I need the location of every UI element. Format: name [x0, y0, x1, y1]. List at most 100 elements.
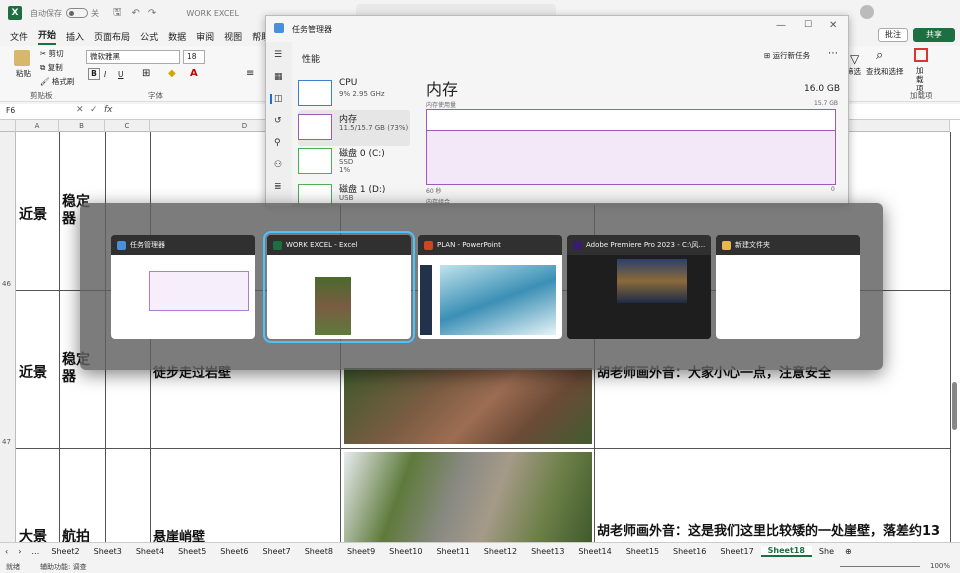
format-painter-button[interactable]: 🖌 格式刷: [40, 76, 74, 87]
close-icon[interactable]: ✕: [829, 20, 837, 31]
tab-file[interactable]: 文件: [10, 30, 28, 43]
zoom-level[interactable]: 100%: [930, 562, 950, 570]
border-icon[interactable]: ⊞: [142, 68, 150, 79]
cliff-photo-1[interactable]: [344, 368, 592, 444]
switcher-card-premiere[interactable]: Adobe Premiere Pro 2023 - C:\风...: [567, 235, 711, 339]
sheet-tab[interactable]: Sheet15: [619, 547, 666, 556]
accessibility-status[interactable]: 辅助功能: 调查: [40, 562, 87, 572]
sheet-tab[interactable]: Sheet11: [429, 547, 476, 556]
share-button[interactable]: 共享: [913, 28, 955, 42]
more-options-icon[interactable]: ⋯: [828, 48, 838, 59]
details-icon[interactable]: ≣: [274, 182, 282, 192]
sheet-tab[interactable]: Sheet3: [87, 547, 129, 556]
sheet-tab[interactable]: Sheet13: [524, 547, 571, 556]
cliff-photo-2[interactable]: [344, 452, 592, 542]
add-sheet-icon[interactable]: ⊕: [841, 547, 856, 556]
redo-icon[interactable]: ↷: [148, 8, 156, 19]
sheet-tab[interactable]: Sheet12: [477, 547, 524, 556]
underline-button[interactable]: U: [118, 70, 124, 79]
cancel-icon[interactable]: ✕: [76, 105, 84, 115]
switcher-card-task-manager[interactable]: 任务管理器: [111, 235, 255, 339]
sheet-tab[interactable]: Sheet9: [340, 547, 382, 556]
cell-b3[interactable]: 航拍: [62, 526, 90, 542]
cell-a3[interactable]: 大景: [19, 526, 47, 542]
column-header-b[interactable]: B: [59, 120, 105, 132]
column-header-c[interactable]: C: [105, 120, 150, 132]
sheet-tab[interactable]: Sheet17: [713, 547, 760, 556]
row-header-47[interactable]: 47: [2, 438, 11, 446]
hamburger-icon[interactable]: ☰: [274, 50, 282, 60]
comment-button[interactable]: 批注: [878, 28, 908, 42]
minimize-icon[interactable]: —: [776, 20, 786, 31]
paste-label[interactable]: 粘贴: [16, 68, 31, 79]
column-header-a[interactable]: A: [16, 120, 59, 132]
paste-icon[interactable]: [14, 50, 30, 66]
performance-icon[interactable]: ◫: [270, 94, 283, 104]
find-label[interactable]: 查找和选择: [866, 66, 904, 77]
perf-item-memory[interactable]: 内存 11.5/15.7 GB (73%): [298, 110, 410, 146]
fx-icon[interactable]: fx: [104, 105, 113, 115]
cell-a1[interactable]: 近景: [19, 204, 47, 224]
name-box[interactable]: F6: [6, 106, 62, 117]
align-left-icon[interactable]: ≡: [246, 68, 254, 79]
sheet-tab[interactable]: Sheet16: [666, 547, 713, 556]
avatar[interactable]: [860, 5, 874, 19]
sheet-tab-active[interactable]: Sheet18: [760, 546, 812, 557]
save-icon[interactable]: 🖫: [113, 5, 122, 22]
prev-sheet-icon[interactable]: ‹: [0, 547, 13, 556]
tab-page-layout[interactable]: 页面布局: [94, 30, 130, 43]
sheet-tab[interactable]: Sheet5: [171, 547, 213, 556]
confirm-icon[interactable]: ✓: [90, 105, 98, 115]
bold-button[interactable]: B: [88, 68, 100, 80]
filter-icon[interactable]: ▽: [850, 52, 859, 66]
tab-review[interactable]: 审阅: [196, 30, 214, 43]
users-icon[interactable]: ⚇: [274, 160, 282, 170]
perf-item-cpu[interactable]: CPU 9% 2.95 GHz: [298, 76, 410, 112]
run-new-task-button[interactable]: ⊞ 运行新任务: [764, 50, 810, 61]
sheet-tab[interactable]: Sheet7: [256, 547, 298, 556]
perf-item-disk1[interactable]: 磁盘 1 (D:) USB: [298, 180, 410, 204]
find-icon[interactable]: ⌕: [876, 48, 883, 63]
history-icon[interactable]: ↺: [274, 116, 282, 126]
cell-f3[interactable]: 胡老师画外音：这是我们这里比较矮的一处崖壁，落差约13: [597, 520, 940, 539]
processes-icon[interactable]: ▦: [274, 72, 283, 82]
next-sheet-icon[interactable]: ›: [13, 547, 26, 556]
fill-color-icon[interactable]: ◆: [168, 68, 176, 79]
cell-a2[interactable]: 近景: [19, 362, 47, 382]
sheet-tab[interactable]: Sheet8: [298, 547, 340, 556]
switcher-card-powerpoint[interactable]: PLAN - PowerPoint: [418, 235, 562, 339]
addins-icon[interactable]: [914, 48, 928, 62]
cut-button[interactable]: ✂ 剪切: [40, 48, 64, 59]
sheet-tab[interactable]: Sheet2: [44, 547, 86, 556]
autosave-toggle[interactable]: [66, 8, 88, 18]
tab-data[interactable]: 数据: [168, 30, 186, 43]
tab-view[interactable]: 视图: [224, 30, 242, 43]
sheet-tab[interactable]: Sheet14: [571, 547, 618, 556]
italic-button[interactable]: I: [104, 70, 106, 79]
perf-item-disk0[interactable]: 磁盘 0 (C:) SSD 1%: [298, 144, 410, 180]
undo-icon[interactable]: ↶: [132, 8, 140, 19]
maximize-icon[interactable]: ☐: [804, 20, 812, 30]
memory-total: 16.0 GB: [804, 84, 841, 94]
zoom-slider[interactable]: [840, 566, 920, 567]
sheet-tab[interactable]: She: [812, 547, 841, 556]
tab-formulas[interactable]: 公式: [140, 30, 158, 43]
copy-button[interactable]: ⧉ 复制: [40, 62, 63, 73]
addins-button-label[interactable]: 加 载项: [916, 66, 928, 93]
sheet-tab[interactable]: Sheet4: [129, 547, 171, 556]
row-header-46[interactable]: 46: [2, 280, 11, 288]
font-color-icon[interactable]: A: [190, 68, 198, 79]
sheet-tab[interactable]: Sheet6: [213, 547, 255, 556]
font-name-select[interactable]: 微软雅黑: [86, 50, 180, 64]
sheet-tab[interactable]: Sheet10: [382, 547, 429, 556]
more-sheets-icon[interactable]: …: [26, 547, 44, 556]
vertical-scrollbar[interactable]: [952, 382, 957, 430]
font-size-select[interactable]: 18: [183, 50, 205, 64]
switcher-card-new-folder[interactable]: 新建文件夹: [716, 235, 860, 339]
tab-insert[interactable]: 插入: [66, 30, 84, 43]
cell-d3[interactable]: 悬崖峭壁: [153, 526, 205, 542]
select-all-corner[interactable]: [0, 120, 16, 132]
tab-home[interactable]: 开始: [38, 28, 57, 45]
startup-icon[interactable]: ⚲: [274, 138, 281, 148]
switcher-card-excel[interactable]: WORK EXCEL - Excel: [263, 231, 415, 343]
